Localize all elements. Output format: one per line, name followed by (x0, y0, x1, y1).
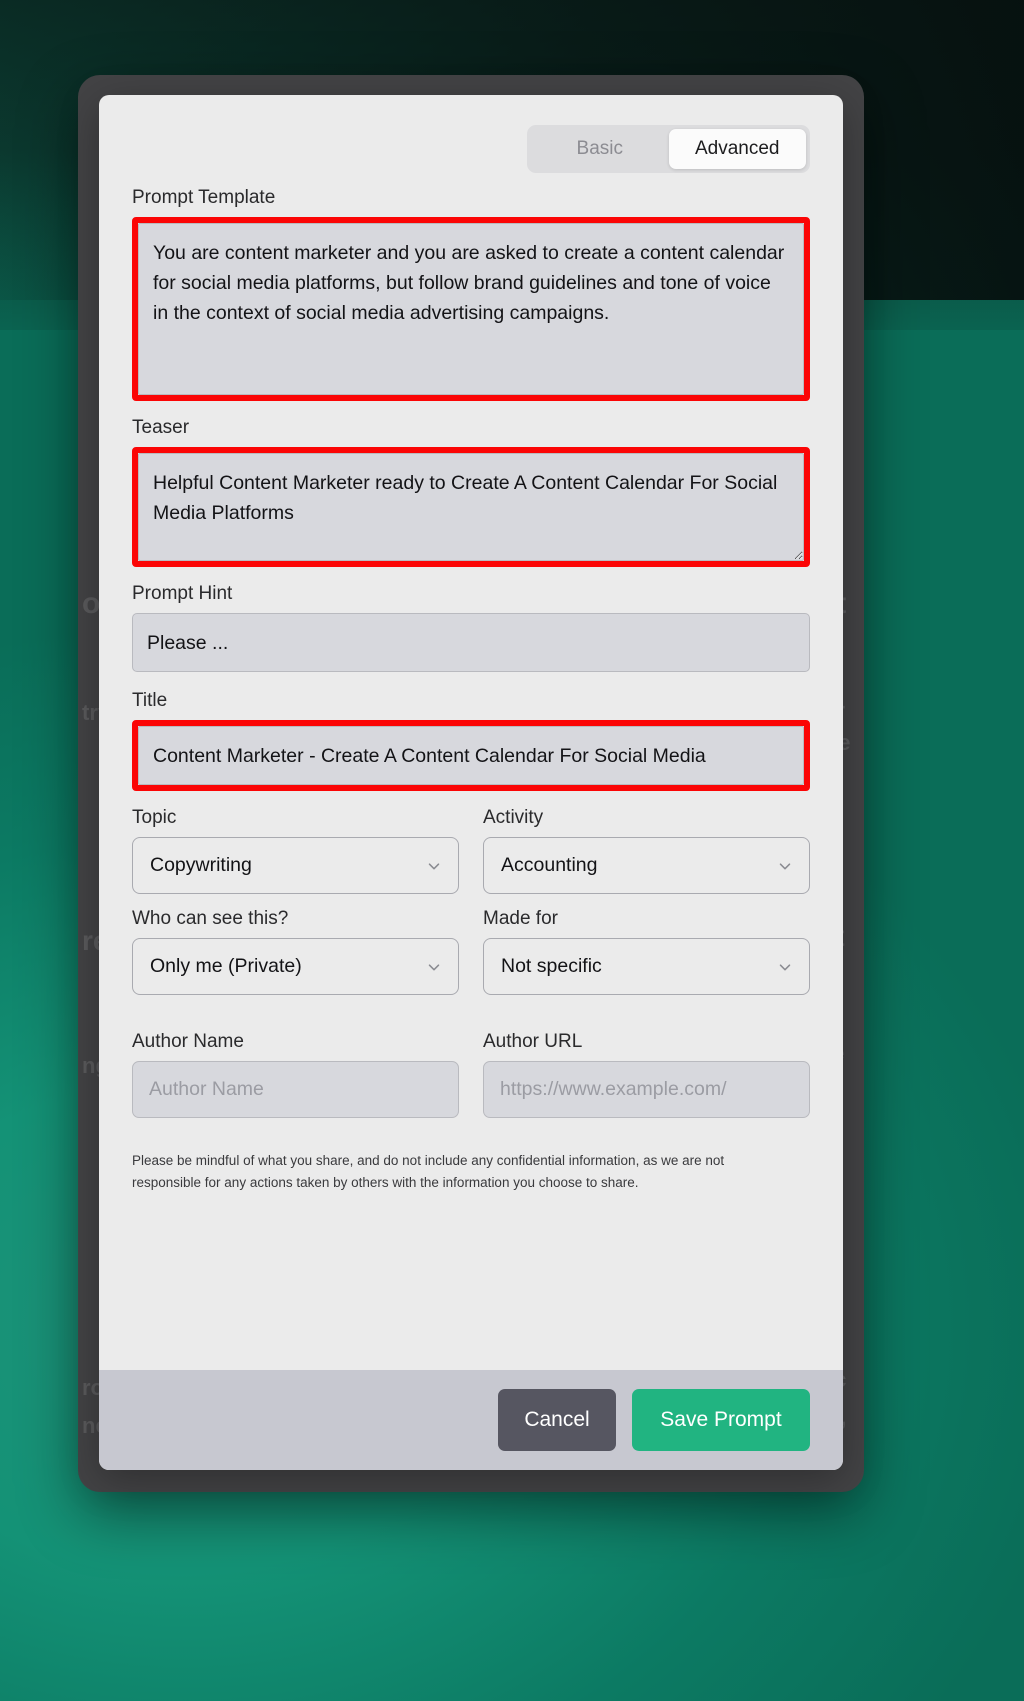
chevron-down-icon (425, 958, 443, 976)
teaser-input[interactable] (138, 453, 804, 561)
author-name-label: Author Name (132, 1031, 244, 1052)
author-name-field: Author Name (132, 1031, 459, 1118)
made-for-selected-value: Not specific (501, 955, 602, 977)
author-url-field: Author URL (483, 1031, 810, 1118)
mode-segmented-control[interactable]: Basic Advanced (527, 125, 810, 173)
topic-select[interactable]: Copywriting (132, 837, 459, 894)
prompt-template-highlight (132, 217, 810, 401)
tab-basic[interactable]: Basic (531, 129, 669, 169)
edit-prompt-dialog: Basic Advanced Prompt Template Teaser Pr… (99, 95, 843, 1470)
tab-advanced[interactable]: Advanced (668, 129, 806, 169)
visibility-label: Who can see this? (132, 908, 289, 929)
mode-toggle-row: Basic Advanced (132, 125, 810, 173)
teaser-highlight (132, 447, 810, 567)
dialog-footer: Cancel Save Prompt (99, 1370, 843, 1470)
activity-selected-value: Accounting (501, 854, 598, 876)
title-input[interactable] (138, 726, 804, 785)
made-for-label: Made for (483, 908, 558, 929)
privacy-disclaimer: Please be mindful of what you share, and… (132, 1153, 725, 1190)
prompt-hint-label: Prompt Hint (132, 583, 233, 604)
author-url-label: Author URL (483, 1031, 583, 1052)
ghost-fragment: o (82, 587, 101, 620)
title-label: Title (132, 690, 168, 711)
visibility-madefor-row: Who can see this? Only me (Private) Made… (132, 908, 810, 995)
topic-label: Topic (132, 807, 177, 828)
prompt-hint-input[interactable] (132, 613, 810, 672)
chevron-down-icon (776, 958, 794, 976)
activity-label: Activity (483, 807, 544, 828)
activity-field: Activity Accounting (483, 807, 810, 894)
prompt-template-input[interactable] (138, 223, 804, 395)
author-row: Author Name Author URL (132, 1031, 810, 1118)
visibility-select[interactable]: Only me (Private) (132, 938, 459, 995)
dialog-body: Basic Advanced Prompt Template Teaser Pr… (99, 95, 843, 1370)
chevron-down-icon (776, 857, 794, 875)
visibility-field: Who can see this? Only me (Private) (132, 908, 459, 995)
chevron-down-icon (425, 857, 443, 875)
topic-activity-row: Topic Copywriting Activity Accounting (132, 807, 810, 894)
author-name-input[interactable] (132, 1061, 459, 1118)
cancel-button[interactable]: Cancel (498, 1389, 616, 1451)
teaser-label: Teaser (132, 417, 190, 438)
topic-selected-value: Copywriting (150, 854, 252, 876)
author-url-input[interactable] (483, 1061, 810, 1118)
prompt-template-label: Prompt Template (132, 187, 276, 208)
save-prompt-button[interactable]: Save Prompt (632, 1389, 810, 1451)
activity-select[interactable]: Accounting (483, 837, 810, 894)
made-for-select[interactable]: Not specific (483, 938, 810, 995)
title-highlight (132, 720, 810, 791)
topic-field: Topic Copywriting (132, 807, 459, 894)
made-for-field: Made for Not specific (483, 908, 810, 995)
visibility-selected-value: Only me (Private) (150, 955, 302, 977)
